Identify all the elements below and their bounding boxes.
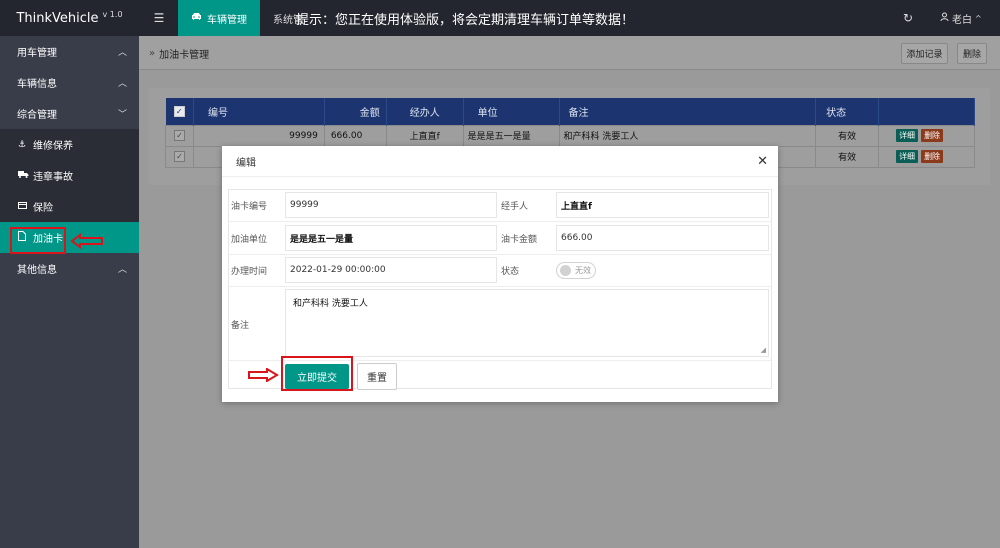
chevron-up-icon: ︿ [117,79,127,89]
modal-header: 编辑 ✕ [222,146,778,177]
sidebar-group-general[interactable]: 综合管理 ﹀ [0,98,139,129]
row-select-cell[interactable]: ✓ [165,145,194,168]
cell-status: 有效 [815,145,880,168]
cell-actions: 详细 删除 [878,124,975,147]
column-header[interactable]: 备注 [559,98,817,125]
sidebar-group-label: 其他信息 [17,265,57,276]
column-header[interactable]: 编号 [193,98,325,125]
column-header[interactable]: 单位 [463,98,560,125]
modal-title: 编辑 [236,158,256,169]
breadcrumb: » 加油卡管理 [149,36,209,70]
nav-vehicle-management[interactable]: 车辆管理 [178,0,260,36]
unit-label: 加油单位 [231,234,268,245]
column-header[interactable]: 状态 [815,98,880,125]
chevron-up-icon: ︿ [117,265,127,275]
brand-version: v 1.0 [102,9,123,19]
add-record-button[interactable]: 添加记录 [901,43,948,64]
sidebar-group-vehicle-info[interactable]: 车辆信息 ︿ [0,67,139,98]
column-header-actions [878,98,975,125]
user-menu[interactable]: 老白 ^ [940,0,982,36]
row-divider [229,286,771,287]
unit-input[interactable]: 是是是五一是量 [285,225,497,251]
double-chevron-right-icon: » [149,47,156,59]
delete-button[interactable]: 删除 [957,43,987,64]
hamburger-icon[interactable]: ☰ [146,0,172,36]
sidebar-group-other[interactable]: 其他信息 ︿ [0,253,139,284]
time-input[interactable]: 2022-01-29 00:00:00 [285,257,497,283]
nav-active-label: 车辆管理 [207,14,247,26]
breadcrumb-bar: » 加油卡管理 添加记录 删除 [139,36,1000,70]
handler-input[interactable]: 上直直f [556,192,769,218]
amount-label: 油卡金额 [501,234,538,245]
cell-actions: 详细 删除 [878,145,975,168]
notice-text: 提示：您正在使用体验版，将会定期清理车辆订单等数据！ [296,12,635,28]
sidebar-item-maintenance[interactable]: ⚓ 维修保养 [0,129,139,160]
annotation-highlight-box [10,227,66,254]
checkbox-checked-icon[interactable]: ✓ [173,130,185,141]
card-no-label: 油卡编号 [231,201,268,212]
resize-handle-icon[interactable]: ◢ [761,346,766,354]
sidebar-group-label: 车辆信息 [17,79,57,90]
cell-remark: 和产科科 洗要工人 [558,124,817,147]
column-header[interactable]: 经办人 [386,98,464,125]
annotation-arrow-icon [248,368,279,382]
status-toggle[interactable]: 无效 [556,262,596,279]
column-header[interactable]: 金额 [324,98,387,125]
top-header: ThinkVehicle v 1.0 ☰ 车辆管理 系统管 提示：您正在使用体验… [0,0,1000,36]
chevron-up-icon: ^ [975,13,982,23]
anchor-icon: ⚓ [18,139,27,150]
table-row[interactable]: ✓ 99999 666.00 上直直f 是是是五一是量 和产科科 洗要工人 有效… [165,124,975,147]
refresh-icon[interactable]: ↻ [898,0,918,36]
detail-button[interactable]: 详细 [896,129,919,142]
handler-label: 经手人 [501,201,529,212]
close-icon[interactable]: ✕ [757,146,768,177]
sidebar-item-violation[interactable]: 违章事故 [0,160,139,191]
row-delete-button[interactable]: 删除 [921,129,944,142]
truck-icon [18,170,30,181]
checkbox-checked-icon[interactable]: ✓ [173,151,185,162]
cell-id: 99999 [192,124,325,147]
cell-amount: 666.00 [323,124,387,147]
brand[interactable]: ThinkVehicle v 1.0 [0,0,139,36]
sidebar-item-label: 违章事故 [33,172,73,183]
sidebar: 用车管理 ︿ 车辆信息 ︿ 综合管理 ﹀ ⚓ 维修保养 违章事故 保险 加油卡 … [0,36,139,548]
remark-text: 和产科科 洗要工人 [293,299,368,309]
status-label: 状态 [501,266,520,277]
cell-unit: 是是是五一是量 [462,124,560,147]
remark-textarea[interactable]: 和产科科 洗要工人 ◢ [285,289,769,357]
table-header-row: ✓ 编号 金额 经办人 单位 备注 状态 [165,98,975,125]
cell-status: 有效 [815,124,880,147]
breadcrumb-current: 加油卡管理 [159,49,210,61]
time-label: 办理时间 [231,266,268,277]
toggle-text: 无效 [575,266,591,275]
cell-handler: 上直直f [385,124,464,147]
chevron-up-icon: ︿ [117,48,127,58]
annotation-highlight-box [281,356,353,391]
amount-input[interactable]: 666.00 [556,225,769,251]
select-all-cell[interactable]: ✓ [165,98,194,125]
row-select-cell[interactable]: ✓ [165,124,194,147]
detail-button[interactable]: 详细 [896,150,919,163]
brand-name: ThinkVehicle [16,10,99,26]
card-no-input[interactable]: 99999 [285,192,497,218]
car-icon [191,12,202,24]
row-divider [229,221,771,222]
card-icon [18,201,30,212]
sidebar-group-car-use[interactable]: 用车管理 ︿ [0,36,139,67]
remark-label: 备注 [231,320,250,331]
sidebar-item-label: 保险 [33,203,53,214]
row-divider [229,254,771,255]
sidebar-item-label: 维修保养 [33,141,73,152]
user-icon [940,12,949,24]
user-name: 老白 [952,14,972,26]
sidebar-group-label: 用车管理 [17,48,57,59]
reset-button[interactable]: 重置 [357,363,397,390]
sidebar-group-label: 综合管理 [17,110,57,121]
sidebar-item-insurance[interactable]: 保险 [0,191,139,222]
checkbox-checked-icon[interactable]: ✓ [173,105,185,117]
chevron-down-icon: ﹀ [117,110,127,120]
toggle-knob [560,265,571,276]
annotation-arrow-icon [70,233,103,249]
row-delete-button[interactable]: 删除 [921,150,944,163]
